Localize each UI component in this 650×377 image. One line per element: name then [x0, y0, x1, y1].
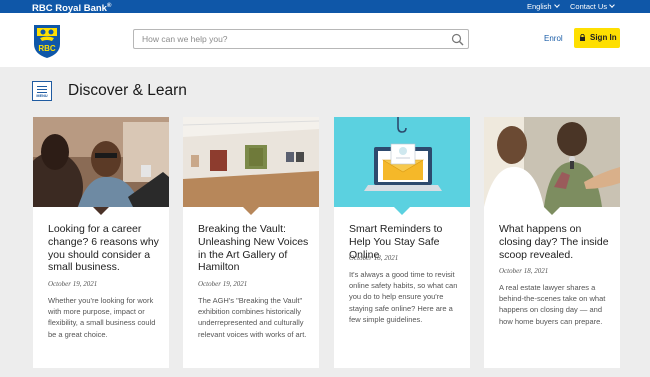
card-image	[484, 117, 620, 207]
card-date: October 19, 2021	[198, 280, 248, 288]
sign-in-label: Sign In	[590, 33, 617, 42]
rbc-logo[interactable]: RBC	[32, 24, 62, 59]
card-date: October 19, 2021	[48, 280, 98, 288]
menu-button[interactable]: MENU	[32, 81, 52, 101]
chevron-down-icon	[553, 2, 560, 8]
search-box	[133, 29, 469, 49]
contact-label: Contact Us	[570, 2, 608, 11]
card-description: The AGH's "Breaking the Vault" exhibitio…	[198, 296, 307, 339]
top-utility-bar: RBC Royal Bank® English Contact Us	[0, 0, 650, 14]
card-title[interactable]: Breaking the Vault: Unleashing New Voice…	[198, 223, 313, 274]
registered-mark: ®	[106, 3, 112, 9]
card-notch	[93, 207, 109, 215]
card-image	[183, 117, 319, 207]
card-description: Whether you're looking for work with mor…	[48, 296, 156, 339]
sign-in-button[interactable]: Sign In	[574, 28, 620, 48]
article-card[interactable]: What happens on closing day? The inside …	[484, 117, 620, 368]
article-card[interactable]: Looking for a career change? 6 reasons w…	[33, 117, 169, 368]
language-label: English	[527, 2, 552, 11]
card-title[interactable]: What happens on closing day? The inside …	[499, 223, 614, 261]
lock-icon	[580, 34, 585, 41]
card-description: A real estate lawyer shares a behind-the…	[499, 283, 606, 326]
chevron-down-icon	[609, 2, 615, 8]
enrol-link[interactable]: Enrol	[544, 34, 563, 43]
card-date: October 18, 2021	[499, 267, 549, 275]
card-description: It's always a good time to revisit onlin…	[349, 270, 458, 324]
card-date: October 18, 2021	[349, 254, 399, 262]
hamburger-icon	[37, 86, 47, 88]
contact-us-menu[interactable]: Contact Us	[570, 0, 615, 13]
search-icon[interactable]	[451, 33, 464, 46]
page-title: Discover & Learn	[68, 82, 187, 99]
article-card[interactable]: Breaking the Vault: Unleashing New Voice…	[183, 117, 319, 368]
language-selector[interactable]: English	[527, 0, 560, 13]
card-notch	[243, 207, 259, 215]
article-card[interactable]: Smart Reminders to Help You Stay Safe On…	[334, 117, 470, 368]
search-input[interactable]	[134, 30, 444, 48]
card-title[interactable]: Looking for a career change? 6 reasons w…	[48, 223, 163, 274]
logo-text: RBC	[38, 44, 56, 53]
card-image	[334, 117, 470, 207]
site-header: RBC Enrol Sign In	[0, 13, 650, 67]
menu-label: MENU	[36, 94, 48, 98]
card-notch	[394, 207, 410, 215]
card-image	[33, 117, 169, 207]
card-notch	[544, 207, 560, 215]
